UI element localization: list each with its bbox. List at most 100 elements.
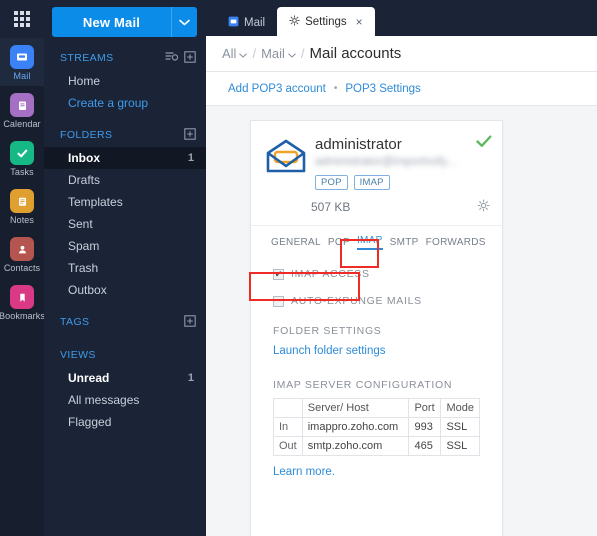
- bookmarks-icon: [10, 285, 34, 309]
- grid-apps-icon[interactable]: [0, 0, 44, 38]
- action-bar: Add POP3 account • POP3 Settings: [206, 72, 597, 106]
- folder-pane: New Mail STREAMS Home Create a group FOL…: [44, 0, 206, 536]
- close-icon[interactable]: ×: [356, 15, 363, 29]
- sidebar-item-inbox[interactable]: Inbox 1: [44, 147, 206, 169]
- rail-item-notes[interactable]: Notes: [0, 182, 44, 230]
- section-title-views: VIEWS: [60, 349, 96, 361]
- table-row: In imappro.zoho.com 993 SSL: [273, 417, 480, 437]
- sidebar-label-all-messages: All messages: [68, 393, 140, 407]
- imap-access-checkbox[interactable]: ✔: [273, 268, 284, 280]
- mail-account-card: administrator administrator@importnofy..…: [250, 120, 503, 536]
- tab-bar: Mail Settings ×: [206, 0, 597, 36]
- tab-settings[interactable]: Settings ×: [277, 7, 375, 36]
- section-icons-streams: [165, 50, 196, 66]
- breadcrumb-separator: /: [300, 46, 305, 61]
- rail-label-contacts: Contacts: [3, 263, 41, 273]
- tab-general[interactable]: GENERAL: [271, 237, 321, 248]
- settings-content: administrator administrator@importnofy..…: [206, 106, 597, 536]
- new-mail-button[interactable]: New Mail: [52, 7, 197, 37]
- imap-access-option[interactable]: ✔ IMAP ACCESS: [251, 268, 502, 280]
- learn-more-link[interactable]: Learn more.: [251, 466, 502, 478]
- section-icons-tags: [184, 314, 196, 330]
- sidebar-label-templates: Templates: [68, 195, 123, 209]
- sidebar-item-create-a-group[interactable]: Create a group: [44, 92, 206, 114]
- auto-expunge-option[interactable]: AUTO-EXPUNGE MAILS: [251, 295, 502, 307]
- tab-smtp[interactable]: SMTP: [390, 237, 419, 248]
- protocol-badges: POP IMAP: [315, 175, 490, 190]
- imap-server-table: Server/ Host Port Mode In imappro.zoho.c…: [273, 398, 480, 456]
- sidebar-item-sent[interactable]: Sent: [44, 213, 206, 235]
- add-box-icon[interactable]: [184, 50, 196, 66]
- sidebar-item-all-messages[interactable]: All messages: [44, 389, 206, 411]
- pop3-settings-link[interactable]: POP3 Settings: [345, 83, 420, 95]
- tab-forwards[interactable]: FORWARDS: [426, 237, 486, 248]
- sidebar-label-home: Home: [68, 74, 101, 88]
- account-email: administrator@importnofy...: [315, 156, 456, 168]
- sidebar-item-home[interactable]: Home: [44, 70, 206, 92]
- tab-imap[interactable]: IMAP: [356, 235, 383, 250]
- rail-item-tasks[interactable]: Tasks: [0, 134, 44, 182]
- add-pop3-account-link[interactable]: Add POP3 account: [228, 83, 326, 95]
- chevron-down-icon[interactable]: [239, 46, 248, 61]
- new-mail-label: New Mail: [82, 14, 141, 30]
- chevron-down-icon[interactable]: [171, 7, 197, 37]
- rail-item-contacts[interactable]: Contacts: [0, 230, 44, 278]
- sidebar-label-spam: Spam: [68, 239, 100, 253]
- rail-label-calendar: Calendar: [3, 119, 41, 129]
- rail-item-bookmarks[interactable]: Bookmarks: [0, 278, 45, 326]
- add-box-icon[interactable]: [184, 127, 196, 143]
- imap-server-configuration-label: IMAP SERVER CONFIGURATION: [273, 379, 453, 391]
- launch-folder-settings-link[interactable]: Launch folder settings: [251, 345, 502, 357]
- cell-out-mode: SSL: [440, 436, 480, 456]
- card-header: administrator administrator@importnofy..…: [251, 135, 502, 190]
- sidebar-item-unread[interactable]: Unread 1: [44, 367, 206, 389]
- tab-pop[interactable]: POP: [328, 237, 350, 248]
- stream-filter-icon[interactable]: [165, 51, 179, 65]
- sidebar-label-unread: Unread: [68, 371, 110, 385]
- breadcrumb-item-mail[interactable]: Mail: [261, 46, 296, 61]
- sidebar-item-drafts[interactable]: Drafts: [44, 169, 206, 191]
- section-icons-folders: [184, 127, 196, 143]
- breadcrumb-separator: /: [252, 46, 257, 61]
- app-rail: Mail Calendar Tasks Notes Contacts Bookm…: [0, 0, 45, 536]
- sidebar-item-outbox[interactable]: Outbox: [44, 279, 206, 301]
- page-title: Mail accounts: [309, 45, 402, 62]
- auto-expunge-checkbox[interactable]: [273, 295, 284, 307]
- new-mail-wrap: New Mail: [44, 0, 206, 37]
- breadcrumb: All / Mail / Mail accounts: [206, 36, 597, 72]
- table-header-row: Server/ Host Port Mode: [273, 398, 480, 418]
- sidebar-item-flagged[interactable]: Flagged: [44, 411, 206, 433]
- rail-item-mail[interactable]: Mail: [0, 38, 44, 86]
- gear-icon[interactable]: [477, 199, 490, 215]
- rail-label-mail: Mail: [13, 71, 31, 81]
- sidebar-item-trash[interactable]: Trash: [44, 257, 206, 279]
- cell-out-host: smtp.zoho.com: [301, 436, 410, 456]
- add-box-icon[interactable]: [184, 314, 196, 330]
- cell-in-port: 993: [408, 417, 442, 437]
- action-separator: •: [333, 83, 338, 94]
- sidebar-item-templates[interactable]: Templates: [44, 191, 206, 213]
- cell-in-label: In: [273, 417, 303, 437]
- section-title-folders: FOLDERS: [60, 129, 113, 141]
- account-info: administrator administrator@importnofy..…: [311, 135, 490, 190]
- gear-icon: [289, 14, 300, 29]
- breadcrumb-item-all[interactable]: All: [222, 46, 248, 61]
- cell-out-port: 465: [408, 436, 442, 456]
- chevron-down-icon[interactable]: [288, 46, 296, 61]
- section-header-tags: TAGS: [44, 310, 206, 334]
- rail-label-tasks: Tasks: [10, 167, 34, 177]
- sidebar-label-outbox: Outbox: [68, 283, 107, 297]
- tab-mail[interactable]: Mail: [216, 9, 277, 36]
- rail-item-calendar[interactable]: Calendar: [0, 86, 44, 134]
- mail-tab-icon: [228, 16, 239, 30]
- tab-label-mail: Mail: [244, 16, 266, 29]
- sidebar-item-spam[interactable]: Spam: [44, 235, 206, 257]
- tasks-icon: [10, 141, 34, 165]
- section-title-tags: TAGS: [60, 316, 90, 328]
- sidebar-label-flagged: Flagged: [68, 415, 112, 429]
- sidebar-count-unread: 1: [187, 372, 194, 384]
- th-blank: [273, 398, 303, 418]
- rail-label-bookmarks: Bookmarks: [0, 311, 45, 321]
- section-title-streams: STREAMS: [60, 52, 114, 64]
- calendar-icon: [10, 93, 34, 117]
